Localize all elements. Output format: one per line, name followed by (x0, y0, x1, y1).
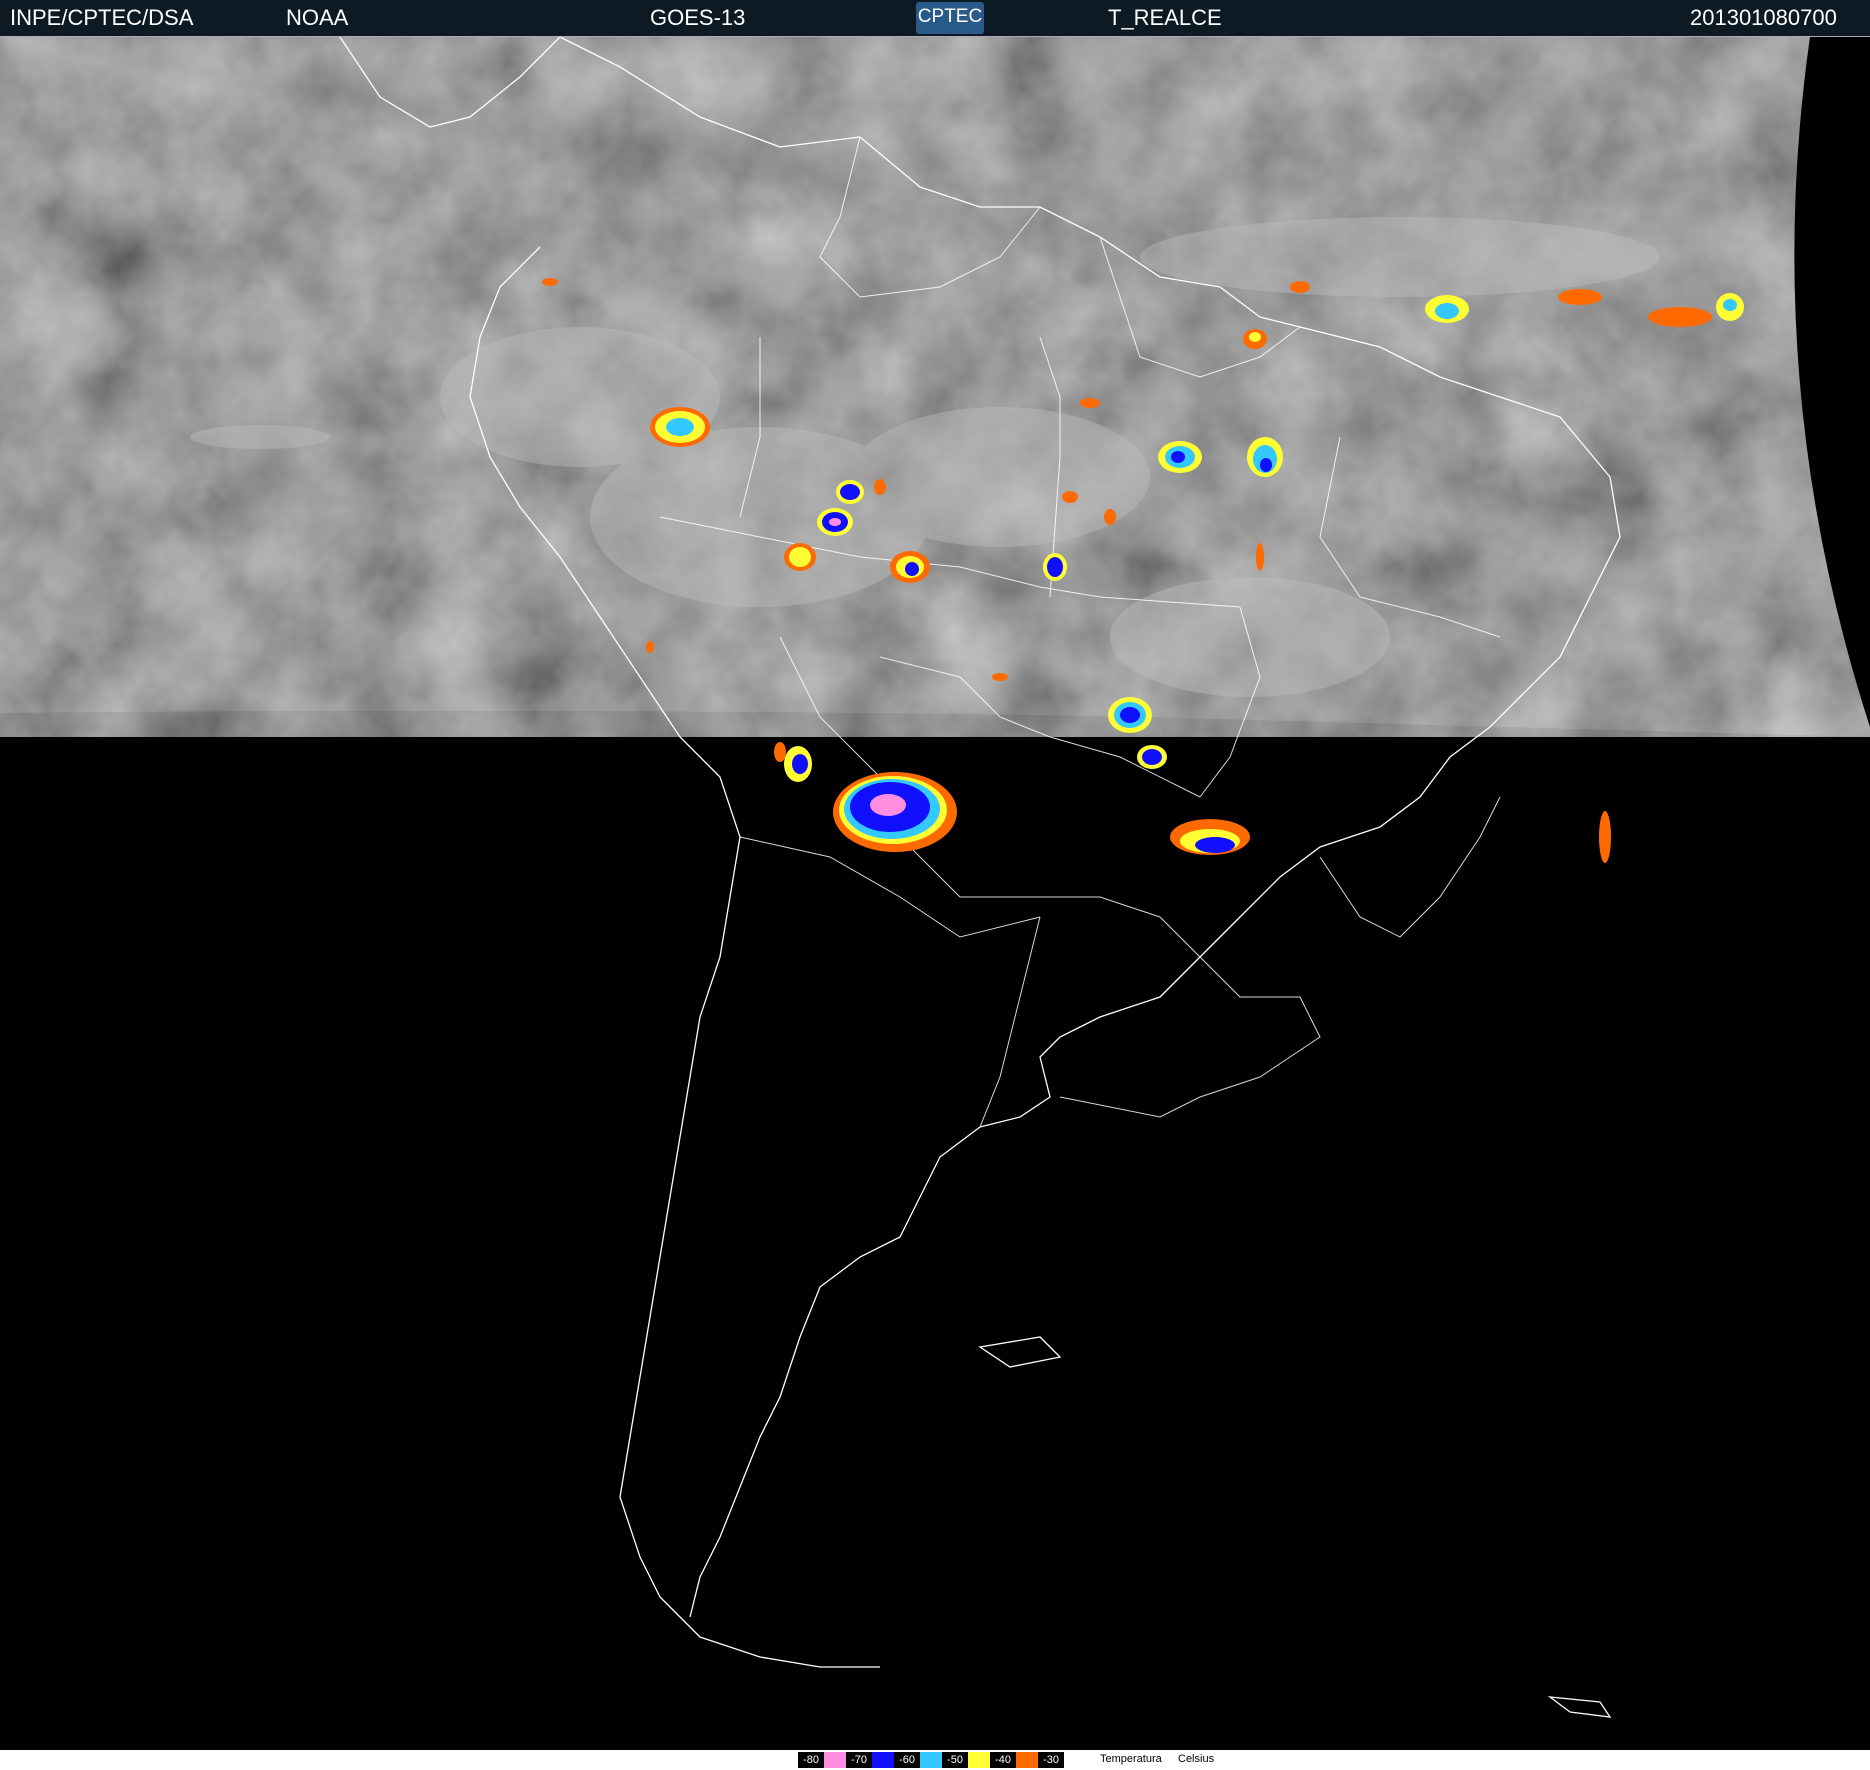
cell-paraguay-a (1108, 697, 1152, 733)
legend-label-6: -30 (1038, 1752, 1064, 1768)
legend-label-5: -40 (990, 1752, 1016, 1768)
cell-mato-grosso (1158, 441, 1202, 473)
legend-label-1: -80 (798, 1752, 824, 1768)
cell-bolivia-d (890, 551, 930, 583)
timestamp-label: 201301080700 (1690, 5, 1837, 30)
cloud-texture (0, 37, 1870, 737)
legend-swatch-2 (872, 1752, 894, 1768)
cell-uruguay-edge (1170, 819, 1250, 855)
source-label: INPE/CPTEC/DSA (10, 5, 194, 30)
product-label: T_REALCE (1108, 5, 1222, 30)
cell-paraguay-b (1137, 745, 1167, 769)
color-legend: -80 -70 -60 -50 -40 -30 Temperatura Cels… (0, 1750, 1870, 1770)
cell-argentina-large (833, 772, 957, 852)
satellite-label: GOES-13 (650, 5, 746, 30)
satellite-map (0, 37, 1870, 1748)
cell-bolivia-b (836, 480, 864, 504)
cell-bolivia-c (784, 543, 816, 571)
legend-unit-title: Temperatura (1100, 1753, 1162, 1765)
cell-chile-north (784, 746, 812, 782)
legend-swatch-4 (968, 1752, 990, 1768)
header-bar: INPE/CPTEC/DSA NOAA GOES-13 CPTEC T_REAL… (0, 0, 1870, 37)
cptec-logo: CPTEC (916, 2, 984, 34)
cell-goias (1247, 437, 1283, 477)
legend-unit: Celsius (1178, 1753, 1215, 1765)
cell-bolivia-a (817, 508, 853, 536)
legend-label-2: -70 (846, 1752, 872, 1768)
legend-swatch-1 (824, 1752, 846, 1768)
legend-label-3: -60 (894, 1752, 920, 1768)
agency-label: NOAA (286, 5, 349, 30)
legend-swatch-3 (920, 1752, 942, 1768)
legend-swatch-5 (1016, 1752, 1038, 1768)
cell-rondonia (1043, 553, 1067, 581)
legend-label-4: -50 (942, 1752, 968, 1768)
cell-peru (650, 407, 710, 447)
